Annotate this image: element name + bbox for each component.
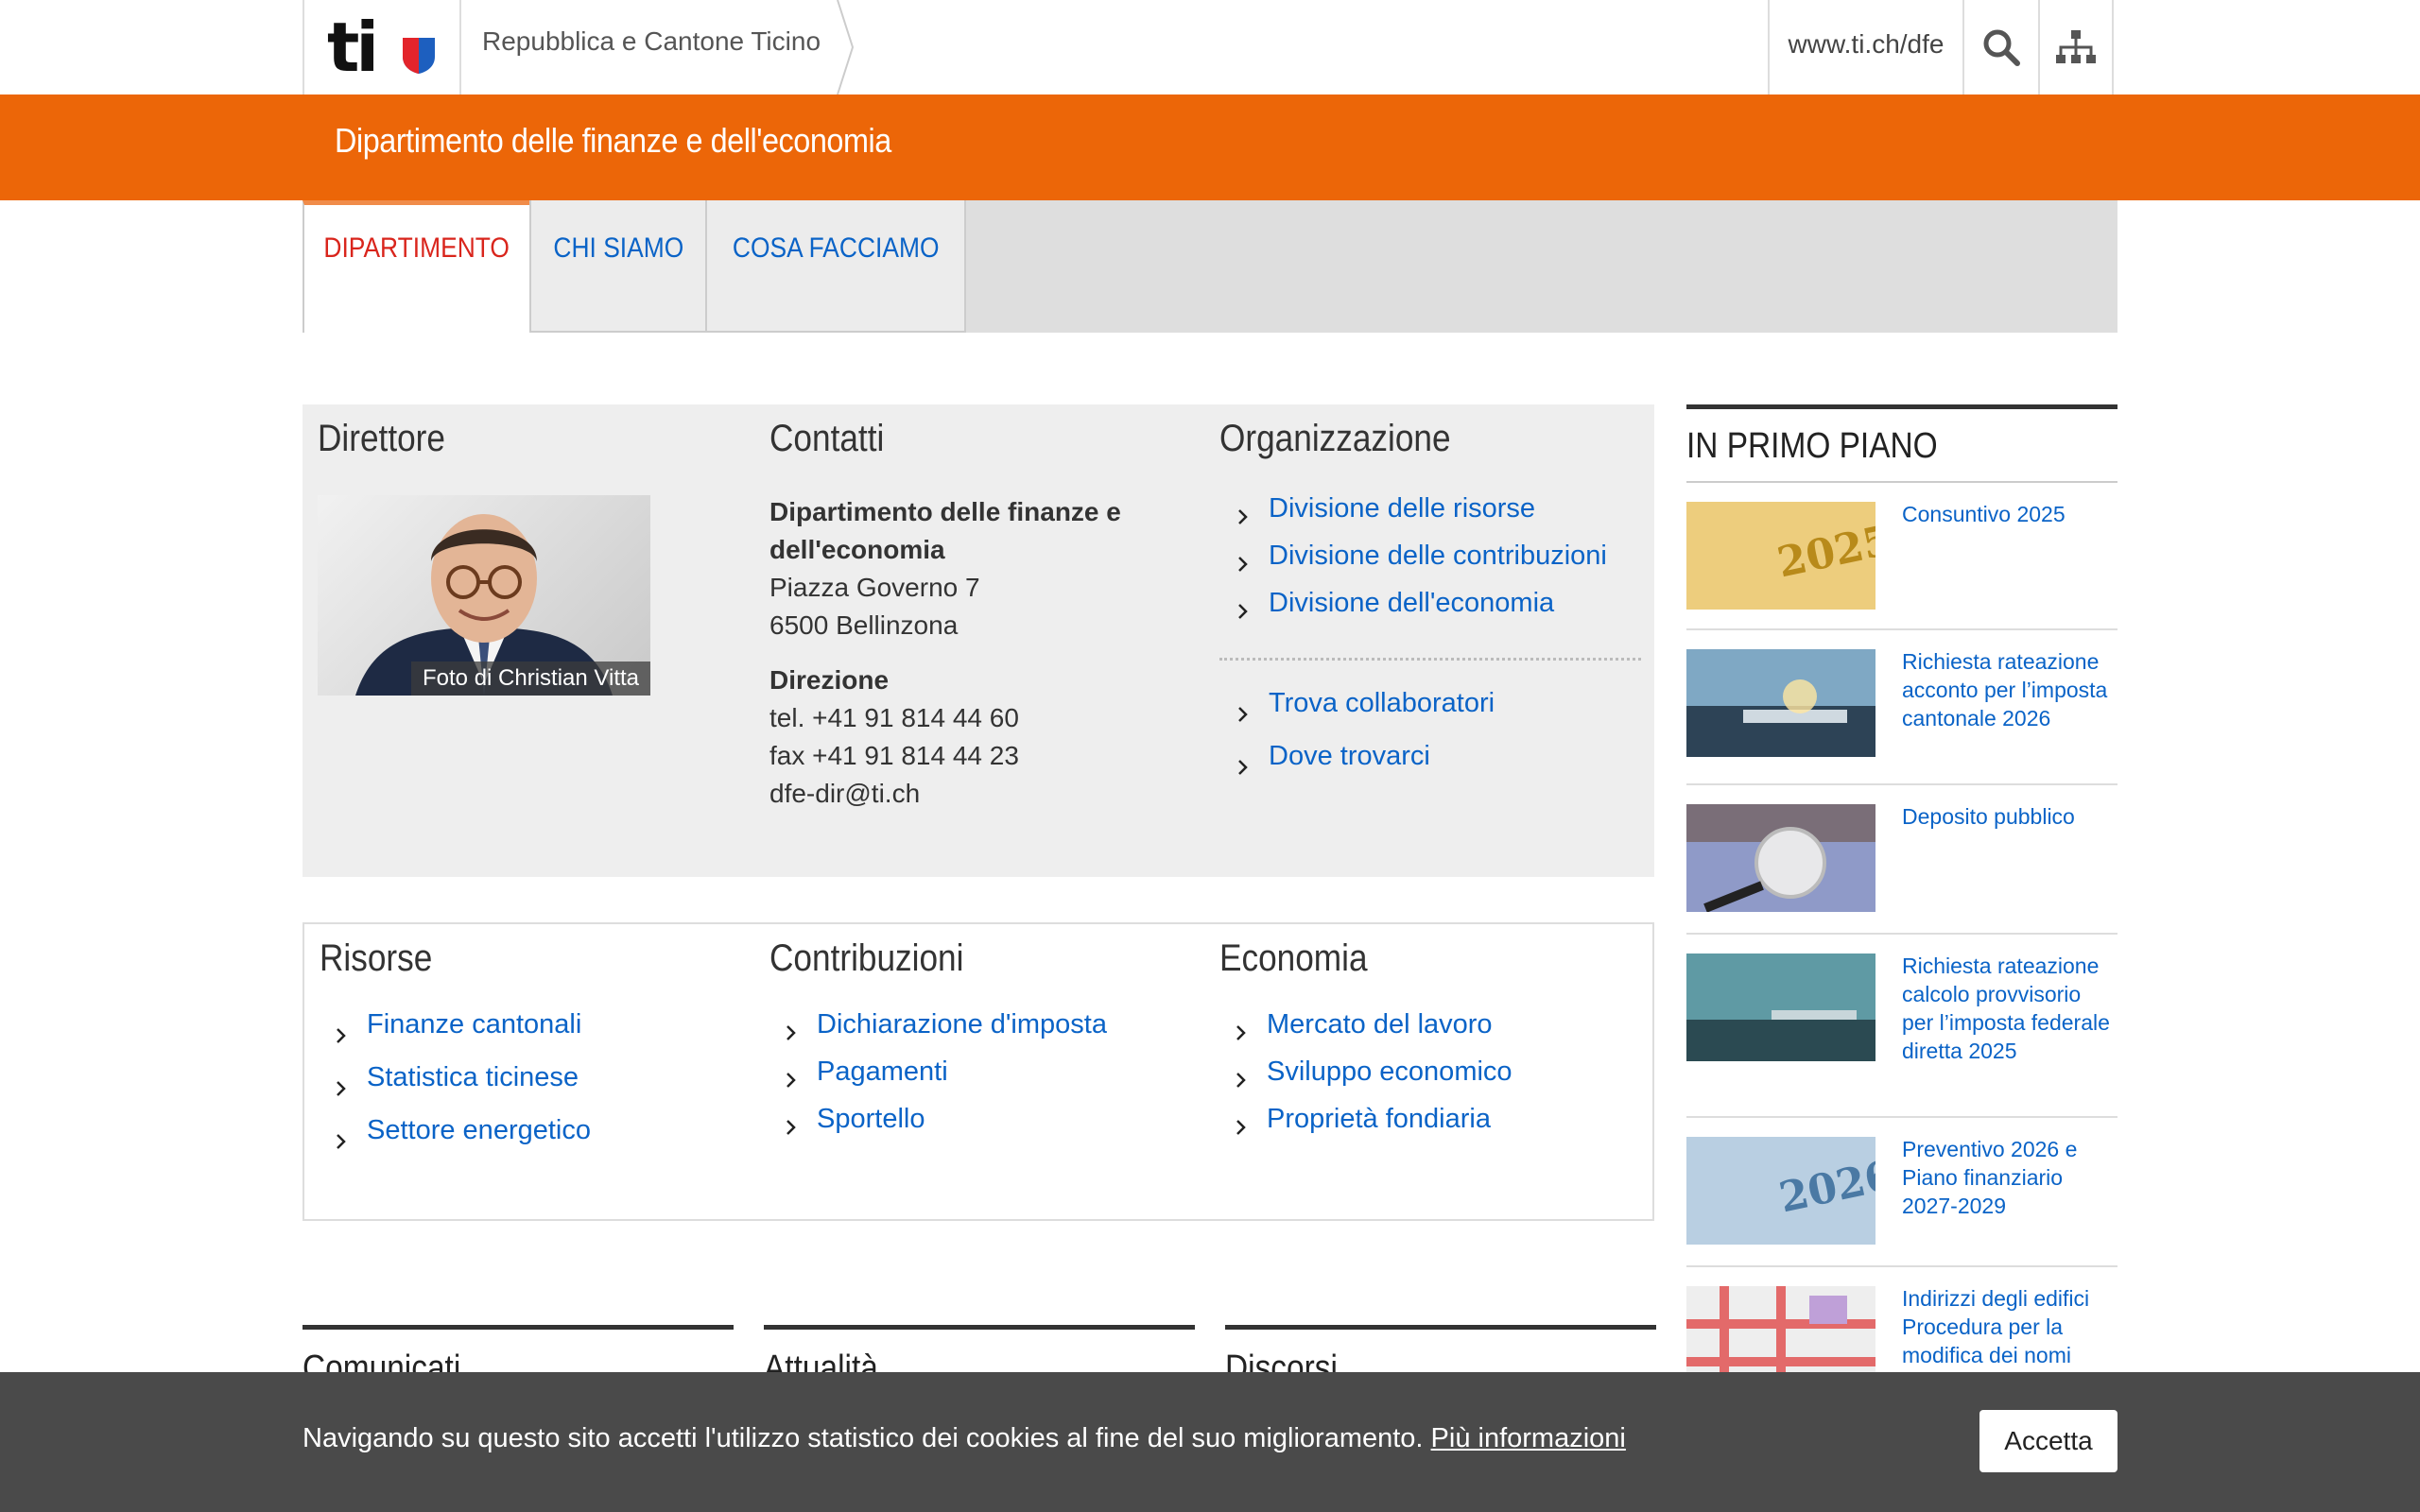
org-divider	[1219, 658, 1641, 661]
featured-item-title[interactable]: Consuntivo 2025	[1902, 500, 2110, 528]
featured-item[interactable]: Richiesta rateazione calcolo provvisorio…	[1686, 935, 2118, 1118]
chevron-right-icon	[1238, 509, 1248, 524]
division-risorse-link[interactable]: Divisione delle risorse	[1219, 493, 1607, 541]
featured-item[interactable]: 2026 Preventivo 2026 e Piano finanziario…	[1686, 1118, 2118, 1267]
chevron-right-icon	[1238, 707, 1248, 722]
category-link[interactable]: Mercato del lavoro	[1218, 1009, 1512, 1057]
chevron-right-icon	[786, 1073, 796, 1088]
sitemap-button[interactable]	[2038, 0, 2114, 94]
featured-thumbnail: 2026	[1686, 1137, 1876, 1245]
featured-item-title[interactable]: Deposito pubblico	[1902, 802, 2110, 831]
featured-thumbnail	[1686, 804, 1876, 912]
featured-item-title[interactable]: Preventivo 2026 e Piano finanziario 2027…	[1902, 1135, 2110, 1220]
categories-box: Risorse Finanze cantonali Statistica tic…	[302, 922, 1654, 1221]
ticino-logo[interactable]: ti	[302, 0, 461, 94]
category-heading-risorse: Risorse	[320, 937, 433, 979]
fax-number: fax +41 91 814 44 23	[769, 741, 1019, 770]
address-line2: 6500 Bellinzona	[769, 610, 959, 640]
category-link[interactable]: Sviluppo economico	[1218, 1057, 1512, 1104]
category-link[interactable]: Proprietà fondiaria	[1218, 1104, 1512, 1151]
more-info-link[interactable]: Più informazioni	[1431, 1423, 1626, 1453]
top-bar: ti Repubblica e Cantone Ticino www.ti.ch…	[0, 0, 2420, 94]
category-link[interactable]: Statistica ticinese	[318, 1062, 591, 1115]
chevron-right-icon	[1236, 1120, 1246, 1135]
chevron-right-icon	[337, 1081, 346, 1096]
chevron-right-icon	[1238, 760, 1248, 775]
division-links: Divisione delle risorse Divisione delle …	[1219, 493, 1607, 635]
category-links-contribuzioni: Dichiarazione d'imposta Pagamenti Sporte…	[768, 1009, 1107, 1151]
find-staff-link[interactable]: Trova collaboratori	[1219, 688, 1495, 741]
tab-dipartimento[interactable]: DIPARTIMENTO	[302, 200, 529, 333]
featured-heading: IN PRIMO PIANO	[1686, 404, 2118, 483]
category-links-economia: Mercato del lavoro Sviluppo economico Pr…	[1218, 1009, 1512, 1151]
division-contribuzioni-link[interactable]: Divisione delle contribuzioni	[1219, 541, 1607, 588]
location-link[interactable]: Dove trovarci	[1219, 741, 1495, 794]
cookie-message: Navigando su questo sito accetti l'utili…	[302, 1423, 1626, 1453]
sitemap-icon	[2056, 30, 2096, 63]
tab-cosa-facciamo[interactable]: COSA FACCIAMO	[705, 200, 966, 333]
email-address[interactable]: dfe-dir@ti.ch	[769, 775, 1121, 813]
featured-item-title[interactable]: Richiesta rateazione calcolo provvisorio…	[1902, 952, 2110, 1065]
accept-cookies-button[interactable]: Accetta	[1979, 1410, 2118, 1472]
section-discorsi: Discorsi	[1225, 1325, 1656, 1388]
category-link[interactable]: Finanze cantonali	[318, 1009, 591, 1062]
site-url-link[interactable]: www.ti.ch/dfe	[1768, 0, 1962, 94]
organization-heading: Organizzazione	[1219, 418, 1451, 459]
director-heading: Direttore	[318, 418, 445, 459]
chevron-right-icon	[337, 1028, 346, 1043]
photo-caption: Foto di Christian Vitta	[411, 662, 650, 696]
featured-item[interactable]: Deposito pubblico	[1686, 785, 2118, 935]
chevron-right-icon	[786, 1120, 796, 1135]
org-extra-links: Trova collaboratori Dove trovarci	[1219, 688, 1495, 794]
main-tabs: DIPARTIMENTO CHI SIAMO COSA FACCIAMO	[302, 200, 2118, 333]
canton-shield-icon	[403, 38, 435, 74]
category-link[interactable]: Sportello	[768, 1104, 1107, 1151]
featured-thumbnail	[1686, 954, 1876, 1061]
category-link[interactable]: Pagamenti	[768, 1057, 1107, 1104]
featured-thumbnail	[1686, 649, 1876, 757]
search-button[interactable]	[1962, 0, 2038, 94]
chevron-right-icon	[1238, 557, 1248, 572]
director-photo: Foto di Christian Vitta	[318, 495, 650, 696]
category-heading-contribuzioni: Contribuzioni	[769, 937, 964, 979]
chevron-right-icon	[337, 1134, 346, 1149]
featured-sidebar: IN PRIMO PIANO 2025 Consuntivo 2025 Rich…	[1686, 404, 2118, 1418]
tab-chi-siamo[interactable]: CHI SIAMO	[529, 200, 705, 333]
chevron-right-icon	[1236, 1025, 1246, 1040]
chevron-right-icon	[1236, 1073, 1246, 1088]
contacts-block: Dipartimento delle finanze e dell'econom…	[769, 493, 1121, 813]
department-info-box: Direttore Foto di Christian Vitta Contat…	[302, 404, 1654, 877]
org-name-line1: Dipartimento delle finanze e	[769, 497, 1121, 526]
featured-item-title[interactable]: Richiesta rateazione acconto per l’impos…	[1902, 647, 2110, 732]
breadcrumb-canton[interactable]: Repubblica e Cantone Ticino	[482, 26, 821, 57]
category-links-risorse: Finanze cantonali Statistica ticinese Se…	[318, 1009, 591, 1168]
category-link[interactable]: Settore energetico	[318, 1115, 591, 1168]
department-title[interactable]: Dipartimento delle finanze e dell'econom…	[335, 121, 891, 161]
phone-number: tel. +41 91 814 44 60	[769, 703, 1019, 732]
chevron-right-icon	[786, 1025, 796, 1040]
featured-item-title[interactable]: Indirizzi degli edifici Procedura per la…	[1902, 1284, 2110, 1375]
direction-label: Direzione	[769, 665, 890, 695]
featured-item[interactable]: Richiesta rateazione acconto per l’impos…	[1686, 630, 2118, 785]
section-attualita: Attualità	[764, 1325, 1195, 1388]
department-header: Dipartimento delle finanze e dell'econom…	[0, 94, 2420, 200]
category-link[interactable]: Dichiarazione d'imposta	[768, 1009, 1107, 1057]
breadcrumb-separator-icon	[837, 0, 855, 94]
category-heading-economia: Economia	[1219, 937, 1368, 979]
section-comunicati: Comunicati	[302, 1325, 734, 1388]
org-name-line2: dell'economia	[769, 535, 945, 564]
address-line1: Piazza Governo 7	[769, 573, 980, 602]
cookie-banner: Navigando su questo sito accetti l'utili…	[0, 1372, 2420, 1512]
logo-text: ti	[327, 8, 379, 87]
featured-item[interactable]: 2025 Consuntivo 2025	[1686, 483, 2118, 630]
featured-thumbnail: 2025	[1686, 502, 1876, 610]
search-icon	[1983, 29, 2020, 66]
division-economia-link[interactable]: Divisione dell'economia	[1219, 588, 1607, 635]
contacts-heading: Contatti	[769, 418, 885, 459]
chevron-right-icon	[1238, 604, 1248, 619]
